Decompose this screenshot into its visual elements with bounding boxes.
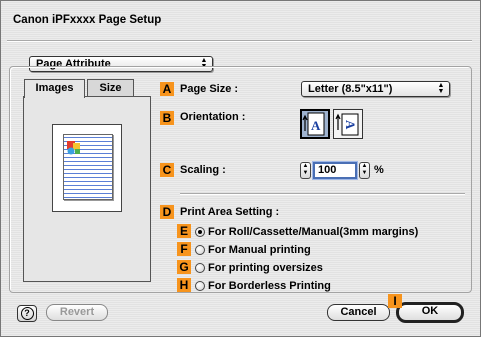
popup-arrows-icon: ▲ ▼	[437, 82, 445, 95]
title-divider	[7, 40, 472, 42]
radio-printing-oversizes[interactable]	[195, 263, 205, 273]
revert-button[interactable]: Revert	[46, 304, 108, 321]
svg-text:A: A	[311, 118, 321, 133]
portrait-icon: A	[302, 112, 325, 136]
scaling-stepper-left[interactable]: ▲ ▼	[300, 162, 311, 179]
help-button[interactable]: ?	[17, 305, 37, 322]
radio-borderless-printing[interactable]	[195, 281, 205, 291]
badge-a: A	[160, 82, 174, 96]
badge-b: B	[160, 111, 174, 125]
section-divider	[180, 193, 465, 195]
option-manual-printing-label: For Manual printing	[208, 244, 311, 256]
option-printing-oversizes-label: For printing oversizes	[208, 262, 323, 274]
badge-i: I	[388, 294, 402, 308]
tab-images-label: Images	[35, 82, 74, 94]
window-title: Canon iPFxxxx Page Setup	[13, 14, 162, 26]
question-mark-icon: ?	[20, 307, 34, 320]
option-borderless-printing-label: For Borderless Printing	[208, 280, 331, 292]
badge-f: F	[177, 242, 191, 256]
portrait-button[interactable]: A	[300, 109, 330, 139]
page-size-label: Page Size :	[180, 83, 239, 95]
ok-label: OK	[421, 305, 439, 317]
orientation-label: Orientation :	[180, 111, 246, 123]
option-roll-cassette-manual-label: For Roll/Cassette/Manual(3mm margins)	[208, 226, 419, 238]
badge-e: E	[177, 224, 191, 238]
print-area-label: Print Area Setting :	[180, 206, 280, 218]
cancel-label: Cancel	[340, 306, 377, 318]
ok-button[interactable]: OK	[396, 302, 464, 323]
scaling-label: Scaling :	[180, 164, 226, 176]
badge-d: D	[160, 205, 174, 219]
badge-g: G	[177, 260, 191, 274]
radio-manual-printing[interactable]	[195, 245, 205, 255]
svg-text:A: A	[343, 120, 358, 130]
tab-images[interactable]: Images	[24, 79, 85, 98]
page-size-value: Letter (8.5"x11")	[308, 83, 393, 95]
badge-h: H	[177, 278, 191, 292]
revert-label: Revert	[59, 306, 95, 318]
page-size-popup[interactable]: Letter (8.5"x11") ▲ ▼	[301, 81, 450, 97]
tab-size[interactable]: Size	[87, 79, 134, 97]
tab-size-label: Size	[99, 82, 122, 94]
badge-c: C	[160, 163, 174, 177]
landscape-button[interactable]: A	[333, 109, 363, 139]
preview-image-icon	[67, 141, 80, 155]
scaling-unit: %	[374, 164, 384, 176]
page-preview	[52, 124, 122, 212]
scaling-stepper-right[interactable]: ▲ ▼	[359, 162, 370, 179]
cancel-button[interactable]: Cancel	[327, 304, 390, 321]
radio-roll-cassette-manual[interactable]	[195, 227, 205, 237]
scaling-input[interactable]: 100	[313, 162, 357, 179]
landscape-icon: A	[335, 113, 359, 136]
